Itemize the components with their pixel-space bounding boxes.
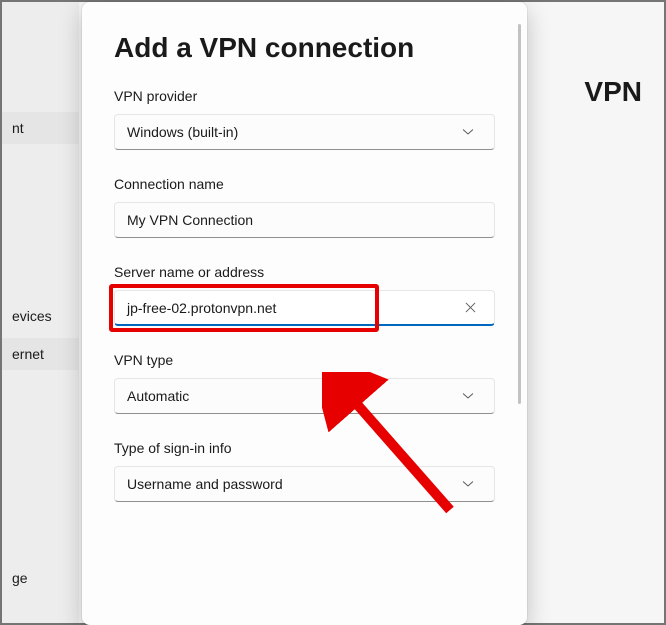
vpn-provider-label: VPN provider [114,88,495,104]
dialog-title: Add a VPN connection [114,32,495,64]
vpn-type-label: VPN type [114,352,495,368]
chevron-down-icon [462,390,474,402]
server-address-input[interactable]: jp-free-02.protonvpn.net [114,290,495,326]
connection-name-group: Connection name My VPN Connection [114,176,495,238]
connection-name-label: Connection name [114,176,495,192]
server-address-value: jp-free-02.protonvpn.net [127,300,458,316]
server-address-label: Server name or address [114,264,495,280]
bg-sidebar-item: ernet [2,338,79,370]
signin-type-value: Username and password [127,476,462,492]
chevron-down-icon [462,126,474,138]
server-address-group: Server name or address jp-free-02.proton… [114,264,495,326]
chevron-down-icon [462,478,474,490]
signin-type-group: Type of sign-in info Username and passwo… [114,440,495,502]
signin-type-label: Type of sign-in info [114,440,495,456]
vpn-provider-value: Windows (built-in) [127,124,462,140]
connection-name-input[interactable]: My VPN Connection [114,202,495,238]
vpn-provider-group: VPN provider Windows (built-in) [114,88,495,150]
signin-type-dropdown[interactable]: Username and password [114,466,495,502]
bg-sidebar-item: ge [2,562,79,594]
vpn-type-group: VPN type Automatic [114,352,495,414]
bg-sidebar-item: nt [2,112,79,144]
vpn-provider-dropdown[interactable]: Windows (built-in) [114,114,495,150]
vpn-type-value: Automatic [127,388,462,404]
connection-name-value: My VPN Connection [127,212,482,228]
clear-input-icon[interactable] [458,296,482,320]
add-vpn-dialog: Add a VPN connection VPN provider Window… [82,2,527,625]
vpn-type-dropdown[interactable]: Automatic [114,378,495,414]
bg-sidebar-item: evices [2,300,79,332]
page-title-vpn: VPN [584,76,642,108]
dialog-scrollbar[interactable] [518,24,521,404]
